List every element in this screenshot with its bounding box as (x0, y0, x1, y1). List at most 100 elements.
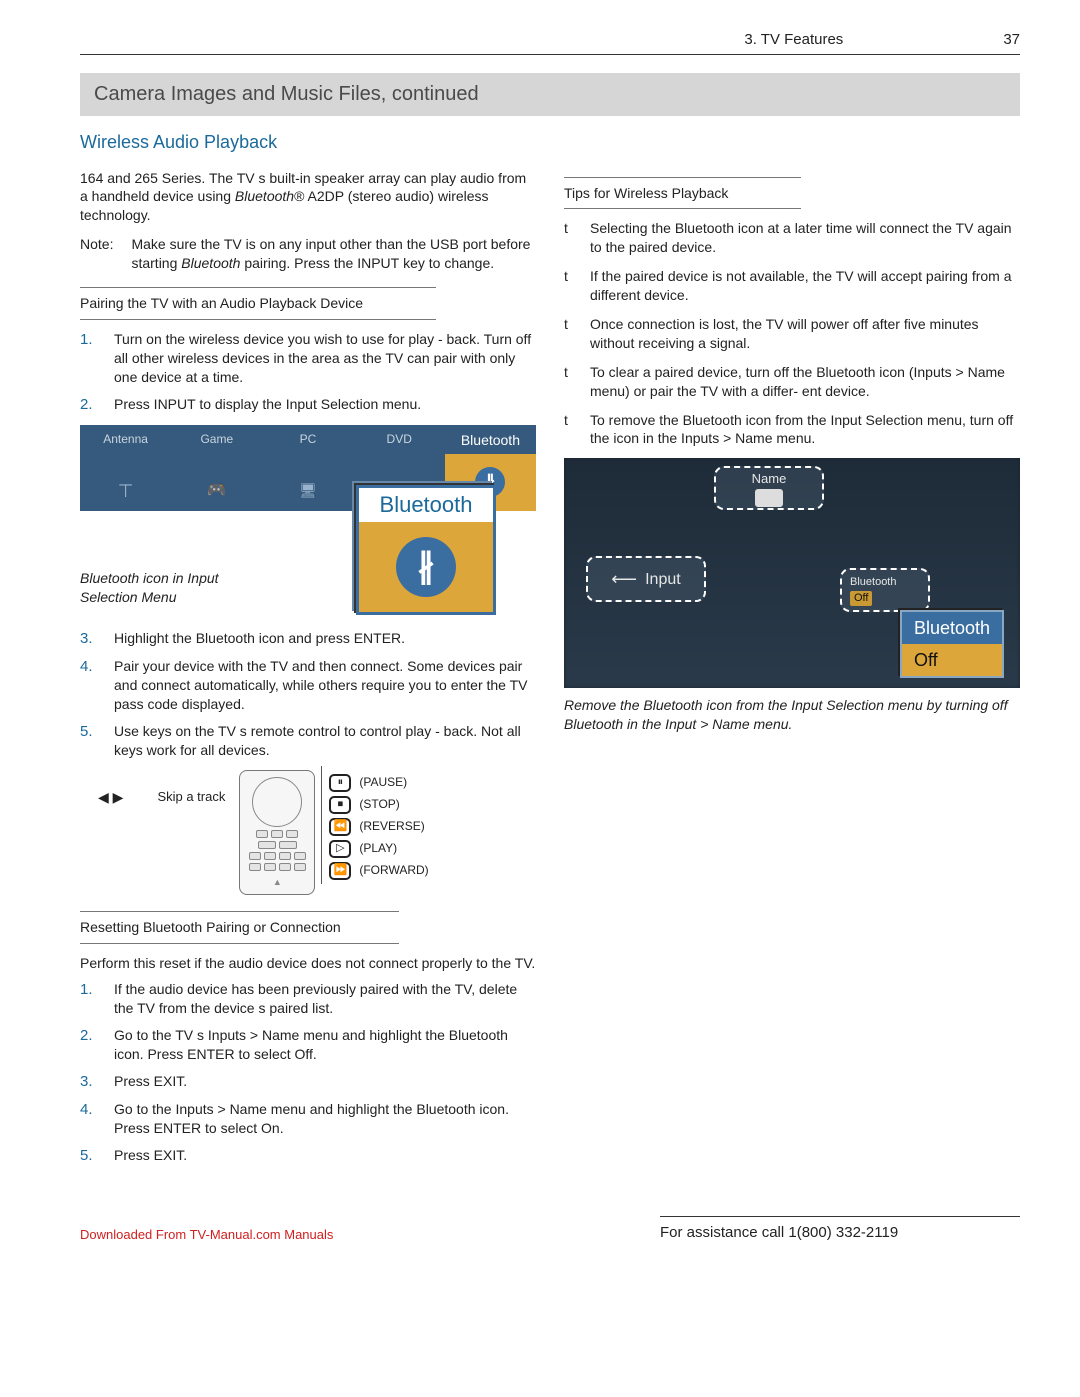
play-icon: ▷ (329, 840, 351, 858)
step-item: 1. If the audio device has been previousl… (80, 980, 536, 1018)
note-body-post: key to change. (399, 255, 494, 271)
bullet-icon: t (564, 315, 576, 353)
steps-pairing-cont: 3. Highlight the Bluetooth icon and press… (80, 629, 536, 760)
step-text: Use keys on the TV s remote control to c… (114, 722, 536, 760)
step-number: 3. (80, 1072, 100, 1092)
popup-title: Bluetooth (902, 612, 1002, 644)
steps-reset: 1. If the audio device has been previousl… (80, 980, 536, 1166)
step-text: Press EXIT. (114, 1072, 187, 1092)
step-text: Go to the Inputs > Name menu and highlig… (114, 1100, 536, 1138)
sub-heading-resetting: Resetting Bluetooth Pairing or Connectio… (80, 911, 399, 944)
bluetooth-popup: Bluetooth ∦ (356, 485, 496, 615)
stop-icon: ⏹ (329, 796, 351, 814)
sub-heading-pairing: Pairing the TV with an Audio Playback De… (80, 287, 436, 320)
note-key: INPUT (357, 255, 399, 271)
tip-item: t To remove the Bluetooth icon from the I… (564, 411, 1020, 449)
tip-text: Once connection is lost, the TV will pow… (590, 315, 1020, 353)
step-text: Press EXIT. (114, 1146, 187, 1166)
assistance-phone: For assistance call 1(800) 332-2119 (660, 1216, 1020, 1243)
chapter-label: 3. TV Features (744, 30, 843, 50)
callout-name: Name (714, 466, 824, 510)
callout-bt-state: Off (850, 591, 872, 606)
tip-text: Selecting the Bluetooth icon at a later … (590, 219, 1020, 257)
step-number: 4. (80, 1100, 100, 1138)
tip-text: To clear a paired device, turn off the B… (590, 363, 1020, 401)
legend-forward: ⏩ (FORWARD) (329, 862, 428, 880)
step-number: 2. (80, 1026, 100, 1064)
callout-name-label: Name (752, 470, 787, 488)
note-block: Note: Make sure the TV is on any input o… (80, 235, 536, 273)
left-column: 164 and 265 Series. The TV s built-in sp… (80, 169, 536, 1177)
content-columns: 164 and 265 Series. The TV s built-in sp… (80, 169, 1020, 1177)
step-number: 1. (80, 330, 100, 387)
step-text: If the audio device has been previously … (114, 980, 536, 1018)
remote-legend: ⏸(PAUSE) ⏹ (STOP) ⏪(REVERSE) ▷ (PLAY) ⏩ (FO… (329, 770, 428, 880)
step-number: 5. (80, 722, 100, 760)
page-title: Camera Images and Music Files, continued (80, 73, 1020, 116)
legend-play: ▷ (PLAY) (329, 840, 428, 858)
reverse-icon: ⏪ (329, 818, 351, 836)
steps-pairing: 1.Turn on the wireless device you wish t… (80, 330, 536, 415)
popup-title: Bluetooth (359, 488, 493, 522)
step-text: Pair your device with the TV and then co… (114, 657, 536, 714)
sub-heading-tips: Tips for Wireless Playback (564, 177, 801, 210)
forward-icon: ⏩ (329, 862, 351, 880)
bluetooth-off-popup: Bluetooth Off (900, 610, 1004, 679)
step-item: 3. Highlight the Bluetooth icon and press… (80, 629, 536, 649)
step-item: 2. Press INPUT to display the Input Selec… (80, 395, 536, 415)
download-source: Downloaded From TV-Manual.com Manuals (80, 1226, 333, 1244)
remote-logo-icon: ▲ (273, 876, 282, 888)
step-item: 1.Turn on the wireless device you wish t… (80, 330, 536, 387)
figure-bluetooth-off: Name ⟵ Input Bluetooth Off Bluetooth Off (564, 458, 1020, 688)
legend-text: (FORWARD) (359, 862, 428, 878)
figure-caption: Bluetooth icon in Input Selection Menu (80, 569, 260, 607)
step-number: 1. (80, 980, 100, 1018)
tip-text: To remove the Bluetooth icon from the In… (590, 411, 1020, 449)
input-label: Game (200, 431, 233, 447)
callout-input-label: Input (645, 569, 681, 591)
callout-input: ⟵ Input (586, 556, 706, 602)
input-label: Antenna (103, 431, 148, 447)
bullet-icon: t (564, 411, 576, 449)
monitor-icon (299, 471, 317, 511)
section-heading: Wireless Audio Playback (80, 130, 1020, 154)
tip-text: If the paired device is not available, t… (590, 267, 1020, 305)
legend-reverse: ⏪(REVERSE) (329, 818, 428, 836)
figure-caption-right: Remove the Bluetooth icon from the Input… (564, 696, 1020, 734)
bullet-icon: t (564, 363, 576, 401)
figure-input-selection: Antenna Game PC DVD Bluetooth (80, 425, 536, 615)
note-label: Note: (80, 235, 113, 273)
figure-remote: ◀ ▶ Skip a track ▲ ⏸(PAUSE) ⏹(STOP) ⏪(RE… (98, 770, 536, 895)
remote-illustration: ▲ (239, 770, 315, 895)
dpad-icon (252, 777, 302, 827)
intro-em: Bluetooth (235, 188, 294, 204)
step-text: Press INPUT to display the Input Selecti… (114, 395, 421, 415)
step-number: 3. (80, 629, 100, 649)
step-text: Highlight the Bluetooth icon and press E… (114, 629, 405, 649)
legend-stop: ⏹ (STOP) (329, 796, 428, 814)
legend-pause: ⏸(PAUSE) (329, 774, 428, 792)
legend-text: (PLAY) (359, 840, 397, 856)
step-item: 5. Press EXIT. (80, 1146, 536, 1166)
step-number: 2. (80, 395, 100, 415)
step-item: 4.Pair your device with the TV and then … (80, 657, 536, 714)
step-text: Turn on the wireless device you wish to … (114, 330, 536, 387)
step-item: 5. Use keys on the TV s remote control to… (80, 722, 536, 760)
legend-text: (STOP) (359, 796, 399, 812)
input-cell-pc: PC (262, 425, 353, 511)
right-column: Tips for Wireless Playback tSelecting th… (564, 169, 1020, 1177)
input-label: DVD (387, 431, 412, 447)
note-body-mid: pairing. Press the (240, 255, 357, 271)
tag-icon (755, 489, 783, 507)
step-number: 5. (80, 1146, 100, 1166)
input-cell-game: Game (171, 425, 262, 511)
bluetooth-icon: ∦ (396, 537, 456, 597)
callout-bt-label: Bluetooth (850, 575, 896, 590)
step-item: 2.Go to the TV s Inputs > Name menu and … (80, 1026, 536, 1064)
remote-skip-label: ◀ ▶ (98, 770, 129, 807)
page-number: 37 (1003, 30, 1020, 50)
tip-item: tSelecting the Bluetooth icon at a later… (564, 219, 1020, 257)
input-label: PC (300, 431, 317, 447)
page-footer: Downloaded From TV-Manual.com Manuals Fo… (80, 1216, 1020, 1243)
note-body: Make sure the TV is on any input other t… (131, 235, 536, 273)
